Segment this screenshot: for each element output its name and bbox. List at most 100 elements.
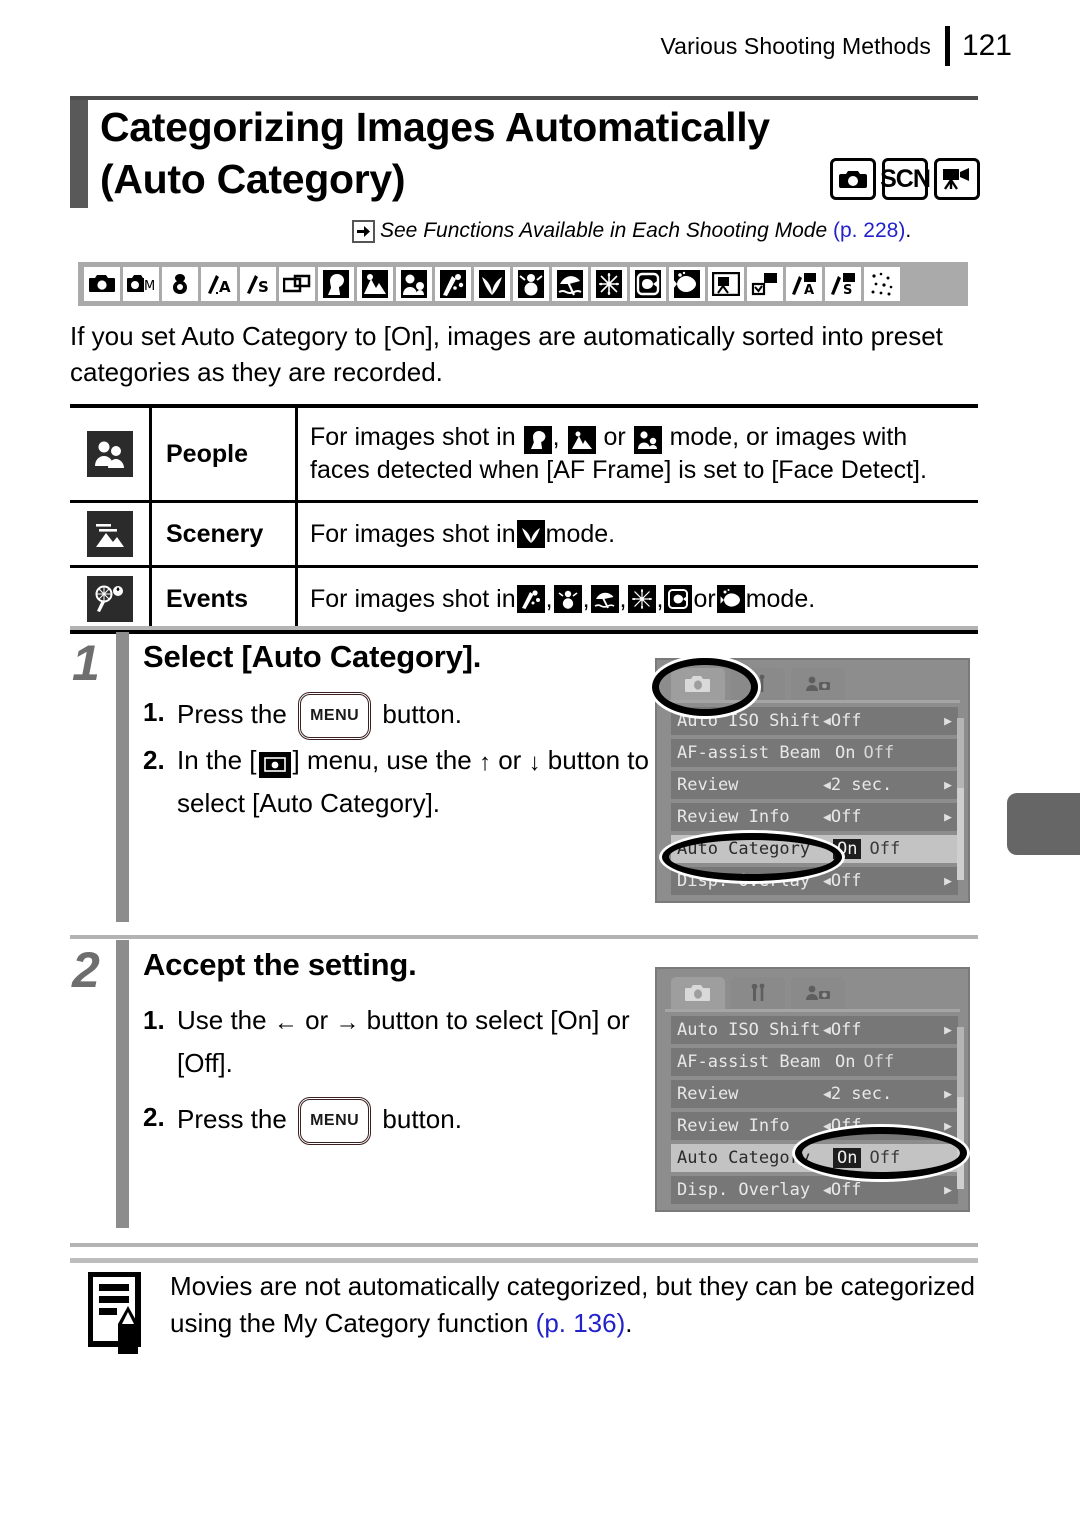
- rec-menu-icon: [258, 751, 291, 778]
- stitch-assist-a-icon: A: [201, 267, 237, 301]
- lcd-scrollbar-thumb[interactable]: [957, 1097, 964, 1189]
- left-caret-icon[interactable]: ◀: [823, 1087, 831, 1102]
- right-caret-icon[interactable]: ▶: [944, 1023, 952, 1038]
- lcd-row-review[interactable]: Review ◀ 2 sec. ▶: [671, 1080, 958, 1108]
- right-caret-icon[interactable]: ▶: [944, 714, 952, 729]
- lcd-row-value-off[interactable]: Off: [863, 743, 894, 763]
- step-item-index: 1.: [143, 697, 165, 727]
- mycamera-tab-icon[interactable]: [791, 977, 845, 1009]
- title-top-rule: [70, 96, 978, 100]
- portrait-icon: [318, 267, 354, 301]
- lcd-row-label: Auto ISO Shift: [677, 711, 821, 731]
- left-caret-icon[interactable]: ◀: [823, 714, 831, 729]
- lcd-row-auto-category[interactable]: Auto Category On Off: [671, 835, 958, 863]
- desc-text-2: mode.: [745, 584, 816, 613]
- lcd-row-label: Review Info: [677, 1116, 790, 1136]
- left-caret-icon[interactable]: ◀: [823, 1183, 831, 1198]
- lcd-row-value-on[interactable]: On: [833, 1148, 862, 1168]
- snow-icon: [513, 267, 549, 301]
- right-caret-icon[interactable]: ▶: [944, 778, 952, 793]
- left-caret-icon[interactable]: ◀: [823, 778, 831, 793]
- right-caret-icon[interactable]: ▶: [944, 874, 952, 889]
- lcd-row-value-on[interactable]: On: [833, 839, 862, 859]
- header-divider: [944, 26, 950, 66]
- lcd-row-review-info[interactable]: Review Info ◀ Off ▶: [671, 803, 958, 831]
- desc-sep: ,: [656, 584, 664, 613]
- right-caret-icon[interactable]: ▶: [944, 1087, 952, 1102]
- right-caret-icon[interactable]: ▶: [944, 1183, 952, 1198]
- lcd-tab-underline: [665, 700, 960, 703]
- title-line-2: (Auto Category): [100, 156, 406, 202]
- lcd-scrollbar-thumb[interactable]: [957, 788, 964, 880]
- step-1-bar: [116, 632, 129, 922]
- snow-icon: [553, 585, 582, 613]
- night-snapshot-icon: [567, 426, 596, 454]
- lcd-row-value-off[interactable]: Off: [869, 839, 900, 859]
- lcd-row-disp-overlay[interactable]: Disp. Overlay ◀ Off ▶: [671, 1176, 958, 1204]
- lcd-row-review-info[interactable]: Review Info ◀ Off ▶: [671, 1112, 958, 1140]
- rec-tab-icon[interactable]: [671, 977, 725, 1009]
- note-page-ref[interactable]: (p. 136): [536, 1308, 626, 1338]
- lcd-row-auto-category[interactable]: Auto Category On Off: [671, 1144, 958, 1172]
- lcd-row-value-off[interactable]: Off: [869, 1148, 900, 1168]
- indoor-icon: [516, 585, 545, 613]
- lcd-scrollbar[interactable]: [957, 718, 964, 788]
- left-caret-icon[interactable]: ◀: [823, 810, 831, 825]
- lcd-menu-rows: Auto ISO Shift ◀ Off ▶ AF-assist Beam On…: [657, 707, 968, 895]
- left-caret-icon[interactable]: ◀: [823, 1119, 831, 1134]
- night-snapshot-icon: [357, 267, 393, 301]
- step-2-rule: [70, 935, 978, 939]
- aquarium-icon: [630, 267, 666, 301]
- indoor-icon: [435, 267, 471, 301]
- scn-label: SCN: [880, 164, 931, 193]
- setup-tab-icon[interactable]: [731, 977, 785, 1009]
- lcd-scrollbar[interactable]: [957, 1027, 964, 1097]
- setup-tab-icon[interactable]: [731, 668, 785, 700]
- step-item-text-post: button.: [382, 699, 462, 729]
- lcd-row-value: Off: [830, 871, 862, 891]
- step-2-bar: [116, 940, 129, 1228]
- step-1-rule: [70, 626, 978, 630]
- see-also-page-ref[interactable]: (p. 228): [833, 219, 905, 243]
- events-category-icon: [70, 568, 152, 630]
- desc-text-3: faces detected when [AF Frame] is set to…: [310, 456, 927, 484]
- lcd-row-value-on[interactable]: On: [835, 743, 855, 763]
- beach-icon: [552, 267, 588, 301]
- svg-text:S: S: [843, 283, 852, 296]
- step-item-text-pre: In the [: [177, 745, 257, 775]
- lcd-row-auto-iso-shift[interactable]: Auto ISO Shift ◀ Off ▶: [671, 1016, 958, 1044]
- desc-or: or: [693, 584, 716, 613]
- lcd-row-value-off[interactable]: Off: [863, 1052, 894, 1072]
- lcd-row-af-assist-beam[interactable]: AF-assist Beam On Off: [671, 739, 958, 767]
- lcd-row-review[interactable]: Review ◀ 2 sec. ▶: [671, 771, 958, 799]
- step-2-item-1: 1. Use the ← or → button to select [On] …: [143, 1000, 663, 1083]
- movie-standard-icon: [708, 267, 744, 301]
- lcd-row-af-assist-beam[interactable]: AF-assist Beam On Off: [671, 1048, 958, 1076]
- left-arrow-icon: ←: [273, 1009, 298, 1036]
- lcd-screen-step2: Auto ISO Shift ◀ Off ▶ AF-assist Beam On…: [655, 967, 970, 1212]
- right-arrow-icon: →: [335, 1009, 360, 1036]
- lcd-row-label: Auto Category: [677, 839, 811, 859]
- lcd-row-value-on[interactable]: On: [835, 1052, 855, 1072]
- menu-button-glyph[interactable]: MENU: [298, 1097, 372, 1145]
- mycamera-tab-icon[interactable]: [791, 668, 845, 700]
- step-item-text-pre: Press the: [177, 699, 287, 729]
- lcd-row-label: Review: [677, 1084, 739, 1104]
- lcd-row-auto-iso-shift[interactable]: Auto ISO Shift ◀ Off ▶: [671, 707, 958, 735]
- right-caret-icon[interactable]: ▶: [944, 810, 952, 825]
- kids-and-pets-icon: [396, 267, 432, 301]
- left-caret-icon[interactable]: ◀: [823, 1023, 831, 1038]
- lcd-row-value: Off: [830, 807, 862, 827]
- page-number: 121: [961, 29, 1012, 62]
- lcd-row-label: Review: [677, 775, 739, 795]
- right-caret-icon[interactable]: ▶: [944, 1119, 952, 1134]
- lcd-row-disp-overlay[interactable]: Disp. Overlay ◀ Off ▶: [671, 867, 958, 895]
- rec-tab-icon[interactable]: [671, 668, 725, 700]
- foliage-icon: [474, 267, 510, 301]
- step-2-heading: Accept the setting.: [143, 947, 417, 982]
- lcd-row-label: Disp. Overlay: [677, 871, 811, 891]
- lcd-row-value: Off: [830, 1180, 862, 1200]
- menu-button-glyph[interactable]: MENU: [298, 692, 372, 740]
- category-table: People For images shot in , or mode, or …: [70, 404, 978, 634]
- left-caret-icon[interactable]: ◀: [823, 874, 831, 889]
